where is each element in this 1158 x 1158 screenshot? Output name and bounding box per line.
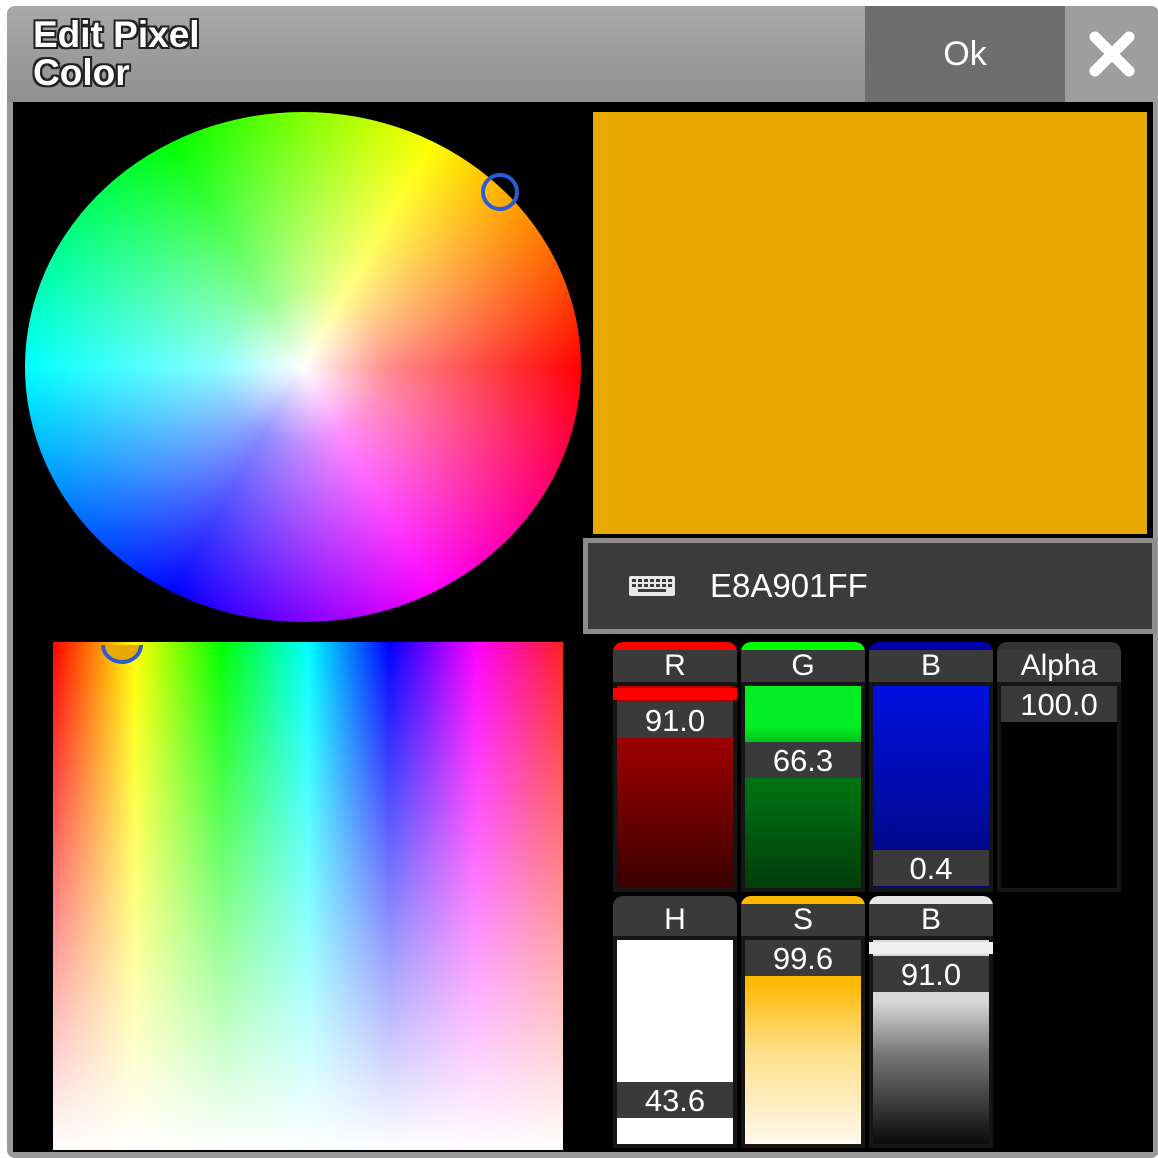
fader-brightness-level: [869, 942, 993, 954]
fader-saturation[interactable]: S 99.6: [741, 896, 865, 1148]
fader-red-value: 91.0: [617, 702, 733, 738]
keyboard-icon[interactable]: [628, 575, 676, 597]
fader-blue[interactable]: B 0.4: [869, 642, 993, 892]
fader-brightness[interactable]: B 91.0: [869, 896, 993, 1148]
fader-blue-value: 0.4: [873, 850, 989, 886]
fader-red-level: [613, 688, 737, 700]
close-x-icon: [1089, 31, 1135, 77]
color-spectrum-picker[interactable]: [53, 642, 563, 1150]
fader-saturation-label: S: [741, 904, 865, 936]
fader-brightness-label: B: [869, 904, 993, 936]
close-button[interactable]: [1065, 6, 1158, 102]
spectrum-marker[interactable]: [101, 645, 143, 664]
fader-hue-label: H: [613, 904, 737, 936]
fader-green[interactable]: G 66.3: [741, 642, 865, 892]
fader-green-track[interactable]: [745, 686, 861, 888]
fader-green-value: 66.3: [745, 742, 861, 778]
fader-brightness-value: 91.0: [873, 956, 989, 992]
ok-button-label: Ok: [943, 34, 987, 73]
edit-pixel-color-dialog: Edit Pixel Color Ok E8A901FF R 91.0 G 66…: [7, 6, 1158, 1158]
fader-green-label: G: [741, 650, 865, 682]
hex-value: E8A901FF: [710, 567, 868, 604]
fader-alpha-label: Alpha: [997, 650, 1121, 682]
fader-alpha[interactable]: Alpha 100.0: [997, 642, 1121, 892]
title-bar: Edit Pixel Color Ok: [7, 6, 1158, 102]
color-preview-swatch: [593, 112, 1147, 534]
dialog-content: E8A901FF R 91.0 G 66.3 B 0.4 Alpha 100.0…: [13, 102, 1157, 1152]
hex-input-field[interactable]: E8A901FF: [583, 538, 1157, 634]
fader-alpha-value: 100.0: [1001, 686, 1117, 722]
fader-hue[interactable]: H 43.6: [613, 896, 737, 1148]
color-wheel-marker[interactable]: [481, 173, 519, 211]
fader-hue-value: 43.6: [617, 1082, 733, 1118]
fader-red-label: R: [613, 650, 737, 682]
fader-red[interactable]: R 91.0: [613, 642, 737, 892]
fader-saturation-value: 99.6: [745, 940, 861, 976]
ok-button[interactable]: Ok: [865, 6, 1065, 102]
dialog-title: Edit Pixel Color: [33, 14, 200, 93]
color-wheel-area[interactable]: [25, 112, 585, 622]
fader-blue-label: B: [869, 650, 993, 682]
